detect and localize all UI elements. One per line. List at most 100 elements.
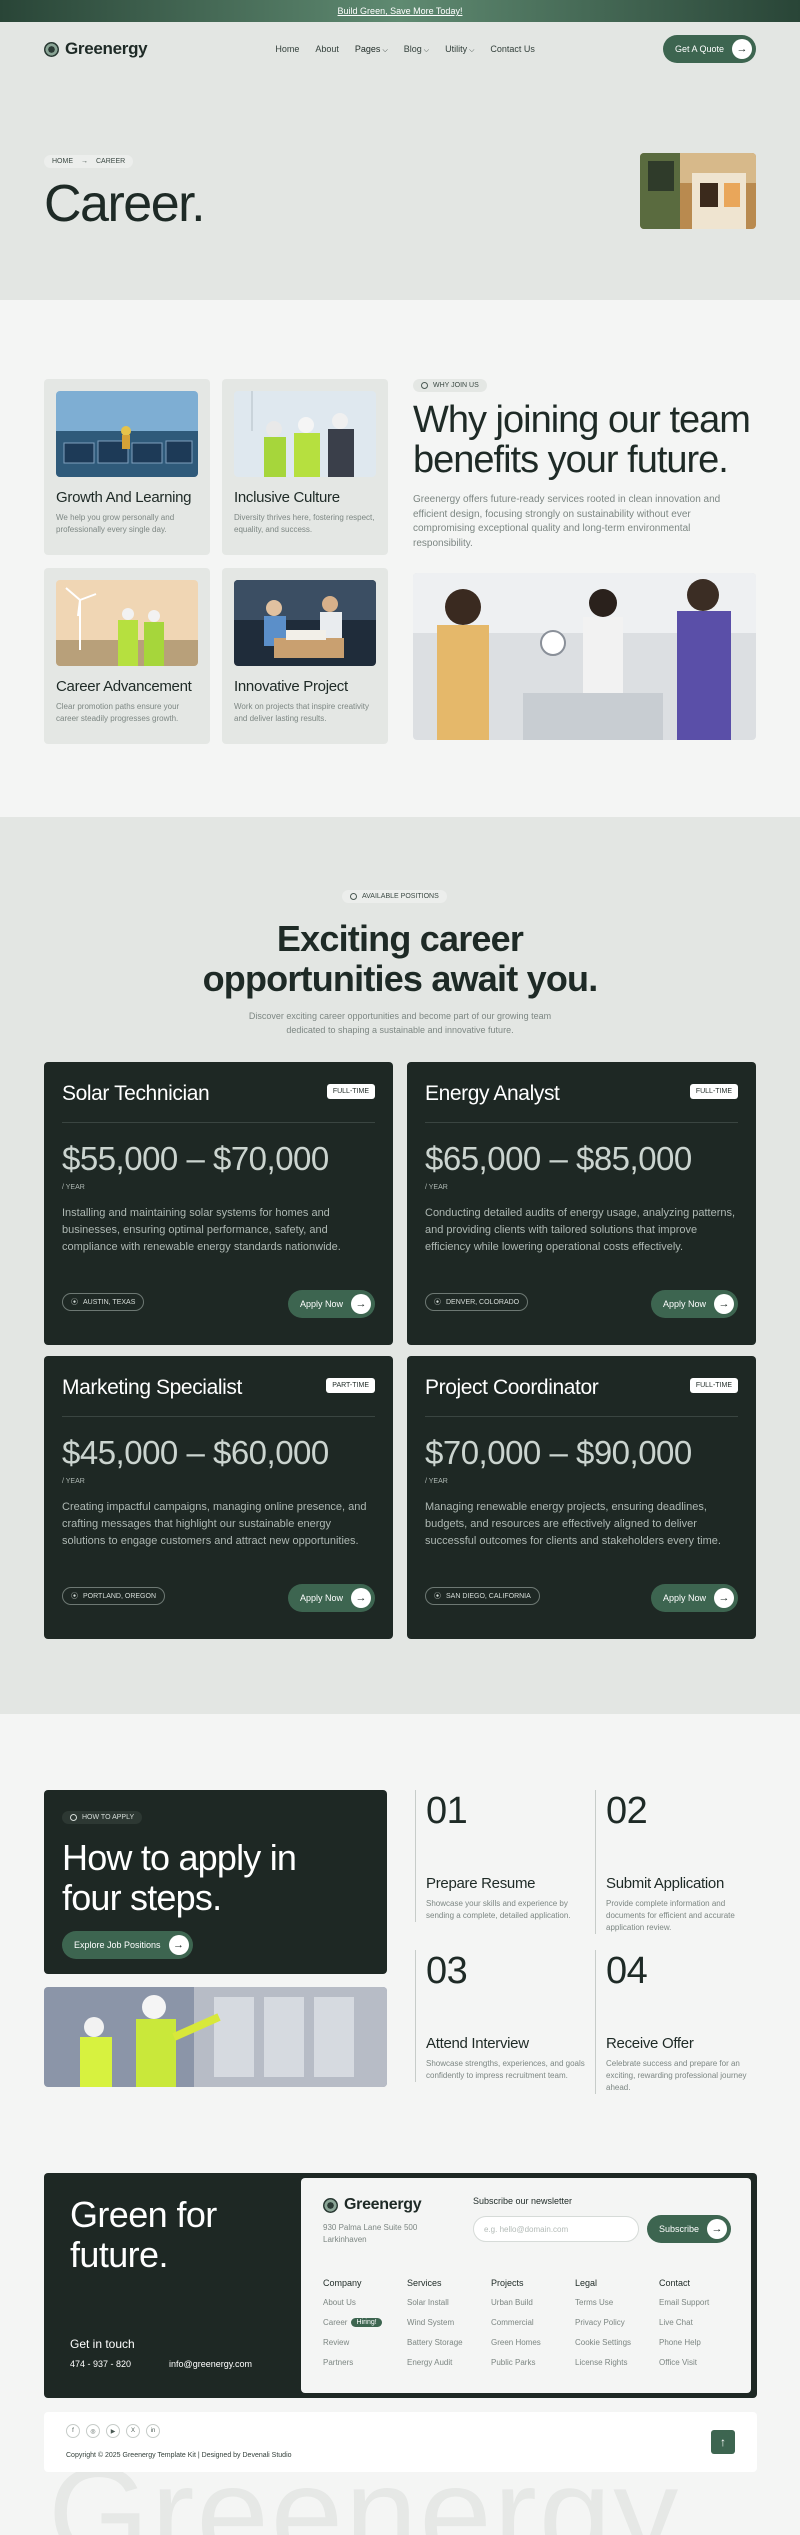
footer-phone[interactable]: 474 - 937 - 820	[70, 2359, 131, 2369]
facebook-icon[interactable]: f	[66, 2424, 80, 2438]
footer-email[interactable]: info@greenergy.com	[169, 2359, 252, 2369]
nav-contact[interactable]: Contact Us	[490, 44, 535, 55]
column-title: Company	[323, 2278, 362, 2288]
job-salary: $65,000 – $85,000	[425, 1140, 692, 1177]
job-salary: $70,000 – $90,000	[425, 1434, 692, 1471]
footer-link[interactable]: Phone Help	[659, 2338, 701, 2347]
get-quote-button[interactable]: Get A Quote →	[662, 35, 756, 63]
footer-link[interactable]: Energy Audit	[407, 2358, 452, 2367]
arrow-right-icon: →	[351, 1588, 371, 1608]
step-title: Prepare Resume	[426, 1875, 536, 1892]
announcement-banner[interactable]: Build Green, Save More Today!	[0, 0, 800, 22]
footer-link[interactable]: Commercial	[491, 2318, 534, 2327]
banner-text[interactable]: Build Green, Save More Today!	[338, 6, 463, 16]
dot-icon	[350, 893, 357, 900]
step-text: Showcase strengths, experiences, and goa…	[426, 2059, 585, 2080]
breadcrumb-home[interactable]: HOME	[52, 158, 73, 165]
contact-info: 474 - 937 - 820 info@greenergy.com	[70, 2359, 252, 2369]
subscribe-button[interactable]: Subscribe →	[647, 2215, 732, 2243]
footer-bottom-bar: f ◎ ▶ X in Copyright © 2025 Greenergy Te…	[44, 2412, 757, 2472]
linkedin-icon[interactable]: in	[146, 2424, 160, 2438]
step-title: Attend Interview	[426, 2035, 529, 2052]
arrow-up-icon: ↑	[720, 2435, 726, 2449]
footer-link[interactable]: Privacy Policy	[575, 2318, 625, 2327]
logo-icon	[44, 41, 59, 57]
step-1: 01 Prepare Resume Showcase your skills a…	[415, 1790, 585, 1922]
footer-link[interactable]: Urban Build	[491, 2298, 533, 2307]
apply-label: Apply Now	[662, 1593, 706, 1603]
footer-link[interactable]: Green Homes	[491, 2338, 541, 2347]
footer-link[interactable]: Battery Storage	[407, 2338, 463, 2347]
job-card: Energy Analyst FULL-TIME $65,000 – $85,0…	[407, 1062, 756, 1345]
apply-now-button[interactable]: Apply Now →	[287, 1584, 375, 1612]
why-title-line1: Why joining our team	[413, 399, 751, 441]
footer-link[interactable]: Public Parks	[491, 2358, 535, 2367]
back-to-top-button[interactable]: ↑	[711, 2430, 735, 2454]
breadcrumb-current: CAREER	[96, 158, 126, 165]
wind-turbine-image	[56, 580, 198, 666]
section-pill: AVAILABLE POSITIONS	[342, 890, 447, 903]
footer-link[interactable]: Live Chat	[659, 2318, 693, 2327]
arrow-right-icon: →	[351, 1294, 371, 1314]
footer-link[interactable]: Office Visit	[659, 2358, 697, 2367]
positions-title: Exciting career opportunities await you.	[0, 918, 800, 1000]
step-number: 02	[606, 1790, 648, 1832]
technicians-image	[44, 1987, 387, 2087]
nav-about[interactable]: About	[315, 44, 339, 55]
nav-pages[interactable]: Pages ⌵	[355, 44, 388, 55]
apply-now-button[interactable]: Apply Now →	[287, 1290, 375, 1318]
column-title: Contact	[659, 2278, 691, 2288]
step-number: 01	[426, 1790, 468, 1832]
footer-link[interactable]: Terms Use	[575, 2298, 613, 2307]
footer-column-legal: Legal Terms Use Privacy Policy Cookie Se…	[575, 2278, 659, 2377]
footer-link[interactable]: Solar Install	[407, 2298, 449, 2307]
footer-link[interactable]: License Rights	[575, 2358, 627, 2367]
job-salary: $55,000 – $70,000	[62, 1140, 329, 1177]
footer-title-line1: Green for	[70, 2194, 217, 2235]
youtube-icon[interactable]: ▶	[106, 2424, 120, 2438]
newsletter: Subscribe our newsletter e.g. hello@doma…	[473, 2196, 732, 2243]
location-pin-icon: ⦿	[434, 1593, 441, 1600]
x-icon[interactable]: X	[126, 2424, 140, 2438]
job-description: Conducting detailed audits of energy usa…	[425, 1207, 736, 1254]
subscribe-label: Subscribe	[659, 2224, 700, 2234]
explore-jobs-label: Explore Job Positions	[74, 1940, 161, 1951]
hiring-badge: Hiring!	[351, 2318, 382, 2327]
divider	[62, 1416, 375, 1417]
brand-logo[interactable]: Greenergy	[44, 39, 148, 59]
newsletter-email-input[interactable]: e.g. hello@domain.com	[473, 2216, 639, 2242]
footer-link[interactable]: Wind System	[407, 2318, 454, 2327]
how-to-apply-title: How to apply in four steps.	[62, 1838, 369, 1917]
job-description: Installing and maintaining solar systems…	[62, 1207, 341, 1254]
newsletter-label: Subscribe our newsletter	[473, 2196, 573, 2206]
footer-panel: Greenergy 930 Palma Lane Suite 500 Larki…	[301, 2178, 751, 2393]
nav-home[interactable]: Home	[275, 44, 299, 55]
footer-link[interactable]: Career	[323, 2318, 347, 2327]
footer-link[interactable]: Review	[323, 2338, 349, 2347]
page-title: Career.	[44, 175, 206, 233]
instagram-icon[interactable]: ◎	[86, 2424, 100, 2438]
job-type-badge: FULL-TIME	[689, 1378, 738, 1393]
step-4: 04 Receive Offer Celebrate success and p…	[595, 1950, 765, 2094]
footer-link[interactable]: Email Support	[659, 2298, 709, 2307]
positions-title-line1: Exciting career	[276, 918, 524, 959]
footer-link[interactable]: Cookie Settings	[575, 2338, 631, 2347]
apply-now-button[interactable]: Apply Now →	[650, 1290, 738, 1318]
card-text: Clear promotion paths ensure your career…	[56, 702, 180, 723]
footer-link[interactable]: Partners	[323, 2358, 353, 2367]
footer: Greenergy Green for future. Get in touch …	[0, 2173, 800, 2535]
footer-link-columns: Company About Us Career Hiring! Review Pa…	[323, 2278, 743, 2377]
explore-jobs-button[interactable]: Explore Job Positions →	[62, 1931, 193, 1960]
nav-utility[interactable]: Utility ⌵	[445, 44, 474, 55]
nav-blog[interactable]: Blog ⌵	[404, 44, 429, 55]
footer-column-contact: Contact Email Support Live Chat Phone He…	[659, 2278, 743, 2377]
arrow-right-icon: →	[731, 39, 752, 59]
footer-link[interactable]: About Us	[323, 2298, 356, 2307]
step-text: Showcase your skills and experience by s…	[426, 1899, 571, 1920]
apply-now-button[interactable]: Apply Now →	[650, 1584, 738, 1612]
footer-column-company: Company About Us Career Hiring! Review Pa…	[323, 2278, 407, 2377]
pill-label: HOW TO APPLY	[82, 1814, 135, 1821]
job-type-badge: FULL-TIME	[326, 1084, 375, 1099]
benefit-card: Career Advancement Clear promotion paths…	[44, 568, 210, 744]
benefit-card: Innovative Project Work on projects that…	[222, 568, 388, 744]
